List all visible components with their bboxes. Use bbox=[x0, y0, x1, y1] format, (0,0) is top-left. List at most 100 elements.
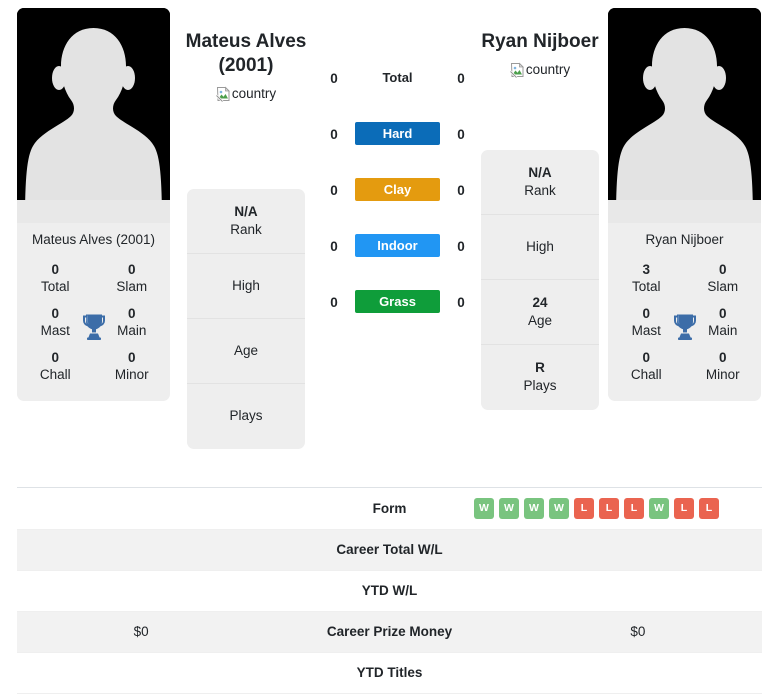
trophy-icon bbox=[672, 312, 698, 340]
player-photo-right bbox=[608, 8, 761, 223]
form-badge-1[interactable]: W bbox=[474, 498, 494, 519]
surface-badge-clay[interactable]: Clay bbox=[355, 178, 440, 201]
form-badge-8[interactable]: W bbox=[649, 498, 669, 519]
row-label: YTD Titles bbox=[265, 652, 514, 694]
stat-total-right: 3 Total bbox=[608, 256, 685, 300]
player-card-left[interactable]: Mateus Alves (2001) 0 Total 0 Slam 0 Mas… bbox=[17, 8, 170, 402]
stat-minor-left: 0 Minor bbox=[94, 344, 171, 388]
stat-chall-left: 0 Chall bbox=[17, 344, 94, 388]
surface-titles-column: 0 Total 0 0 Hard 0 0 Clay 0 0 Indoor 0 0… bbox=[300, 62, 495, 342]
stat-value: 0 bbox=[718, 349, 727, 365]
table-row-career-total-wl: Career Total W/L bbox=[17, 529, 762, 571]
form-badge-4[interactable]: W bbox=[549, 498, 569, 519]
player-comparison-header: Mateus Alves (2001) 0 Total 0 Slam 0 Mas… bbox=[0, 0, 779, 480]
row-right-value: $0 bbox=[513, 611, 762, 653]
stat-chall-right: 0 Chall bbox=[608, 344, 685, 388]
stat-label: Chall bbox=[630, 366, 662, 382]
form-badge-5[interactable]: L bbox=[574, 498, 594, 519]
player-card-name-right: Ryan Nijboer bbox=[645, 232, 724, 247]
info-row-rank-left: N/A Rank bbox=[187, 189, 305, 254]
player-info-card-right: N/A Rank High 24 Age R Plays bbox=[481, 150, 599, 410]
table-row-ytd-wl: YTD W/L bbox=[17, 570, 762, 612]
country-alt-text: country bbox=[231, 85, 277, 101]
info-caption: High bbox=[526, 238, 554, 254]
form-badge-10[interactable]: L bbox=[699, 498, 719, 519]
surface-badge-indoor[interactable]: Indoor bbox=[355, 234, 440, 257]
form-badge-9[interactable]: L bbox=[674, 498, 694, 519]
surface-left-value: 0 bbox=[330, 71, 338, 86]
surface-row-total: 0 Total 0 bbox=[300, 62, 495, 118]
form-badge-6[interactable]: L bbox=[599, 498, 619, 519]
stat-slam-right: 0 Slam bbox=[685, 256, 762, 300]
broken-image-icon bbox=[509, 62, 526, 78]
player-titles-grid-right: 3 Total 0 Slam 0 Mast 0 Main 0 Chall 0 M… bbox=[608, 252, 761, 401]
surface-badge-grass[interactable]: Grass bbox=[355, 290, 440, 313]
row-label: Career Prize Money bbox=[265, 611, 514, 653]
player-info-card-left: N/A Rank High Age Plays bbox=[187, 189, 305, 449]
info-value: R bbox=[535, 360, 545, 376]
row-left-value bbox=[17, 529, 266, 571]
row-left-value: $0 bbox=[17, 611, 266, 653]
info-value: 24 bbox=[532, 294, 548, 310]
player-card-right[interactable]: Ryan Nijboer 3 Total 0 Slam 0 Mast 0 Mai… bbox=[608, 8, 761, 402]
country-flag-left: country bbox=[215, 85, 277, 102]
surface-left-value: 0 bbox=[330, 183, 338, 198]
surface-row-clay: 0 Clay 0 bbox=[300, 174, 495, 230]
surface-right-value: 0 bbox=[457, 239, 465, 254]
player-name-right[interactable]: Ryan Nijboer bbox=[470, 30, 610, 54]
form-badge-7[interactable]: L bbox=[624, 498, 644, 519]
row-label: YTD W/L bbox=[265, 570, 514, 612]
row-left-value bbox=[17, 652, 266, 694]
stat-label: Minor bbox=[114, 366, 149, 382]
info-caption: Plays bbox=[229, 408, 263, 424]
surface-right-value: 0 bbox=[457, 71, 465, 86]
info-caption: Rank bbox=[524, 182, 556, 198]
info-caption: Age bbox=[233, 342, 259, 358]
player-heading-right: Ryan Nijboer country bbox=[470, 30, 610, 83]
stat-value: 0 bbox=[51, 262, 59, 278]
stat-value: 0 bbox=[642, 349, 650, 365]
info-row-plays-left: Plays bbox=[187, 384, 305, 449]
info-value: N/A bbox=[528, 164, 552, 180]
stat-label: Slam bbox=[116, 279, 148, 295]
form-badge-3[interactable]: W bbox=[524, 498, 544, 519]
row-label: Career Total W/L bbox=[265, 529, 514, 571]
table-row-ytd-titles: YTD Titles bbox=[17, 652, 762, 694]
form-badge-2[interactable]: W bbox=[499, 498, 519, 519]
stat-value: 0 bbox=[127, 349, 136, 365]
stat-value: 0 bbox=[51, 349, 59, 365]
row-left-value bbox=[17, 488, 266, 530]
player-name-left[interactable]: Mateus Alves (2001) bbox=[176, 30, 316, 78]
stat-value: 0 bbox=[127, 262, 136, 278]
info-caption: Age bbox=[527, 312, 553, 328]
stat-value: 0 bbox=[718, 262, 727, 278]
surface-badge-hard[interactable]: Hard bbox=[355, 122, 440, 145]
info-row-plays-right: R Plays bbox=[481, 345, 599, 410]
country-alt-text: country bbox=[525, 62, 571, 77]
row-right-value bbox=[513, 652, 762, 694]
stat-label: Minor bbox=[705, 366, 740, 382]
player-heading-left: Mateus Alves (2001) country bbox=[176, 30, 316, 107]
surface-left-value: 0 bbox=[330, 295, 338, 310]
player-photo-left bbox=[17, 8, 170, 223]
form-results-strip: WWWWLLLWLL bbox=[474, 498, 719, 519]
trophy-icon bbox=[81, 312, 107, 340]
surface-label-total: Total bbox=[382, 70, 413, 85]
player-titles-grid-left: 0 Total 0 Slam 0 Mast 0 Main 0 Chall 0 M… bbox=[17, 252, 170, 401]
surface-right-value: 0 bbox=[457, 127, 465, 142]
info-row-high-left: High bbox=[187, 254, 305, 319]
surface-left-value: 0 bbox=[330, 239, 338, 254]
stat-label: Chall bbox=[39, 366, 71, 382]
surface-left-value: 0 bbox=[330, 127, 338, 142]
info-row-age-right: 24 Age bbox=[481, 280, 599, 345]
info-row-age-left: Age bbox=[187, 319, 305, 384]
info-caption: Plays bbox=[523, 378, 557, 393]
stat-value: 3 bbox=[642, 262, 650, 278]
player-card-name-left: Mateus Alves (2001) bbox=[31, 232, 156, 247]
info-caption: High bbox=[232, 277, 260, 293]
info-caption: Rank bbox=[230, 221, 262, 237]
info-row-high-right: High bbox=[481, 215, 599, 280]
row-left-value bbox=[17, 570, 266, 612]
stat-total-left: 0 Total bbox=[17, 256, 94, 300]
country-flag-right: country bbox=[509, 62, 571, 78]
